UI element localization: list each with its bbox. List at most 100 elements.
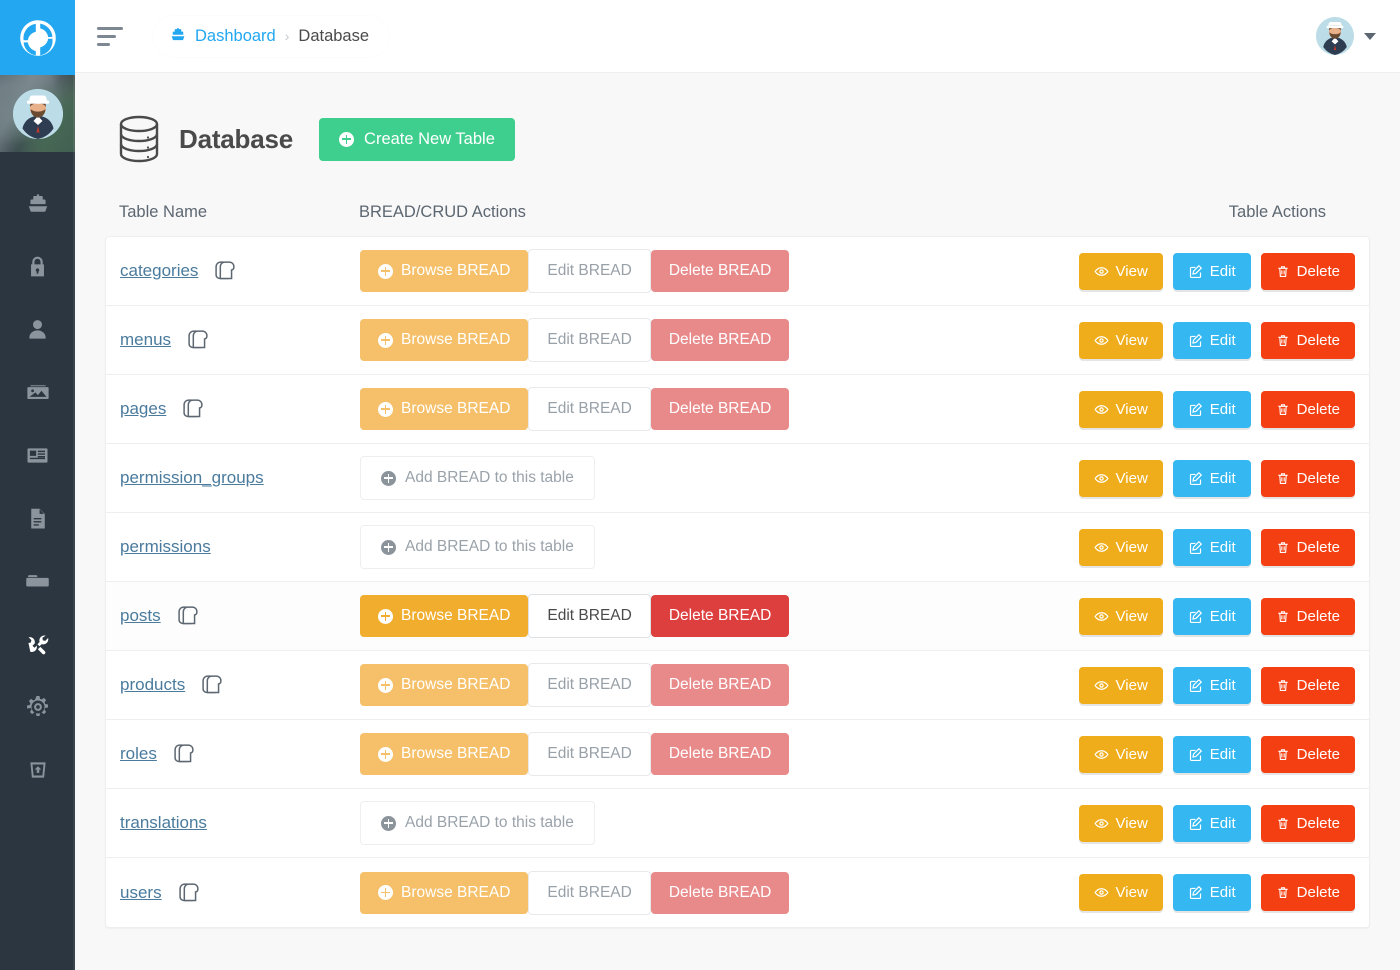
view-button[interactable]: View: [1079, 253, 1163, 290]
view-button[interactable]: View: [1079, 736, 1163, 773]
delete-bread-button[interactable]: Delete BREAD: [651, 250, 790, 292]
table-name-link[interactable]: pages: [120, 399, 166, 419]
view-button[interactable]: View: [1079, 391, 1163, 428]
edit-button[interactable]: Edit: [1173, 874, 1251, 911]
delete-button[interactable]: Delete: [1261, 253, 1355, 290]
eye-icon: [1094, 471, 1109, 486]
sidebar-item-hooks[interactable]: [0, 741, 75, 804]
pencil-square-icon: [1188, 402, 1203, 417]
delete-button[interactable]: Delete: [1261, 598, 1355, 635]
delete-bread-button[interactable]: Delete BREAD: [651, 319, 790, 361]
hamburger-icon[interactable]: [97, 19, 131, 53]
edit-button[interactable]: Edit: [1173, 460, 1251, 497]
sidebar-item-categories[interactable]: [0, 552, 75, 615]
sidebar-user-photo[interactable]: [0, 75, 75, 152]
edit-button[interactable]: Edit: [1173, 253, 1251, 290]
create-new-table-button[interactable]: Create New Table: [319, 118, 515, 161]
delete-button[interactable]: Delete: [1261, 805, 1355, 842]
view-button[interactable]: View: [1079, 805, 1163, 842]
browse-bread-button[interactable]: Browse BREAD: [360, 595, 528, 637]
sidebar-item-tools[interactable]: [0, 615, 75, 678]
delete-bread-label: Delete BREAD: [669, 745, 772, 763]
edit-label: Edit: [1210, 815, 1236, 832]
edit-button[interactable]: Edit: [1173, 529, 1251, 566]
delete-button[interactable]: Delete: [1261, 322, 1355, 359]
table-name-link[interactable]: permissions: [120, 537, 211, 557]
add-bread-button[interactable]: Add BREAD to this table: [360, 801, 595, 845]
edit-bread-button[interactable]: Edit BREAD: [528, 594, 650, 638]
delete-bread-button[interactable]: Delete BREAD: [651, 664, 790, 706]
edit-bread-button[interactable]: Edit BREAD: [528, 871, 650, 915]
edit-label: Edit: [1210, 332, 1236, 349]
sidebar-item-media[interactable]: [0, 363, 75, 426]
view-button[interactable]: View: [1079, 667, 1163, 704]
edit-bread-button[interactable]: Edit BREAD: [528, 732, 650, 776]
sidebar-item-roles[interactable]: [0, 237, 75, 300]
table-name-link[interactable]: posts: [120, 606, 161, 626]
edit-bread-button[interactable]: Edit BREAD: [528, 318, 650, 362]
sidebar-logo[interactable]: [0, 0, 75, 75]
delete-button[interactable]: Delete: [1261, 736, 1355, 773]
page-header: Database Create New Table: [105, 73, 1370, 203]
view-label: View: [1116, 884, 1148, 901]
browse-bread-button[interactable]: Browse BREAD: [360, 872, 528, 914]
edit-label: Edit: [1210, 608, 1236, 625]
table-name-link[interactable]: menus: [120, 330, 171, 350]
sidebar-item-posts[interactable]: [0, 426, 75, 489]
account-menu[interactable]: [1316, 17, 1376, 55]
table-row: categories Browse BREADEdit BREADDelete B…: [106, 237, 1369, 306]
edit-bread-button[interactable]: Edit BREAD: [528, 249, 650, 293]
table-name-link[interactable]: permission_groups: [120, 468, 264, 488]
browse-bread-button[interactable]: Browse BREAD: [360, 664, 528, 706]
delete-label: Delete: [1297, 263, 1340, 280]
plus-circle-icon: [378, 747, 393, 762]
delete-button[interactable]: Delete: [1261, 391, 1355, 428]
delete-bread-button[interactable]: Delete BREAD: [651, 595, 790, 637]
delete-button[interactable]: Delete: [1261, 460, 1355, 497]
sidebar-item-pages[interactable]: [0, 489, 75, 552]
delete-bread-button[interactable]: Delete BREAD: [651, 388, 790, 430]
add-bread-button[interactable]: Add BREAD to this table: [360, 456, 595, 500]
table-name-link[interactable]: translations: [120, 813, 207, 833]
add-bread-button[interactable]: Add BREAD to this table: [360, 525, 595, 569]
table-actions-cell: View Edit Delete: [1059, 805, 1355, 842]
edit-button[interactable]: Edit: [1173, 667, 1251, 704]
view-button[interactable]: View: [1079, 322, 1163, 359]
chevron-down-icon[interactable]: [1364, 33, 1376, 40]
view-label: View: [1116, 263, 1148, 280]
main-area: Dashboard › Database: [75, 0, 1400, 970]
bread-loaf-icon: [173, 601, 203, 631]
delete-bread-button[interactable]: Delete BREAD: [651, 872, 790, 914]
delete-button[interactable]: Delete: [1261, 529, 1355, 566]
edit-button[interactable]: Edit: [1173, 805, 1251, 842]
view-button[interactable]: View: [1079, 529, 1163, 566]
view-button[interactable]: View: [1079, 598, 1163, 635]
bread-loaf-icon: [169, 739, 199, 769]
edit-button[interactable]: Edit: [1173, 736, 1251, 773]
sidebar-item-users[interactable]: [0, 300, 75, 363]
browse-bread-label: Browse BREAD: [401, 400, 510, 418]
sidebar-item-settings[interactable]: [0, 678, 75, 741]
breadcrumb: Dashboard › Database: [153, 16, 389, 57]
table-name-link[interactable]: categories: [120, 261, 198, 281]
browse-bread-button[interactable]: Browse BREAD: [360, 250, 528, 292]
browse-bread-button[interactable]: Browse BREAD: [360, 733, 528, 775]
delete-button[interactable]: Delete: [1261, 667, 1355, 704]
view-button[interactable]: View: [1079, 460, 1163, 497]
breadcrumb-dashboard-link[interactable]: Dashboard: [169, 25, 276, 48]
sidebar-item-dashboard[interactable]: [0, 174, 75, 237]
edit-button[interactable]: Edit: [1173, 598, 1251, 635]
edit-button[interactable]: Edit: [1173, 322, 1251, 359]
browse-bread-button[interactable]: Browse BREAD: [360, 319, 528, 361]
delete-button[interactable]: Delete: [1261, 874, 1355, 911]
browse-bread-button[interactable]: Browse BREAD: [360, 388, 528, 430]
table-name-link[interactable]: users: [120, 883, 162, 903]
table-name-link[interactable]: products: [120, 675, 185, 695]
table-name-link[interactable]: roles: [120, 744, 157, 764]
view-label: View: [1116, 608, 1148, 625]
edit-button[interactable]: Edit: [1173, 391, 1251, 428]
edit-bread-button[interactable]: Edit BREAD: [528, 663, 650, 707]
edit-bread-button[interactable]: Edit BREAD: [528, 387, 650, 431]
view-button[interactable]: View: [1079, 874, 1163, 911]
delete-bread-button[interactable]: Delete BREAD: [651, 733, 790, 775]
